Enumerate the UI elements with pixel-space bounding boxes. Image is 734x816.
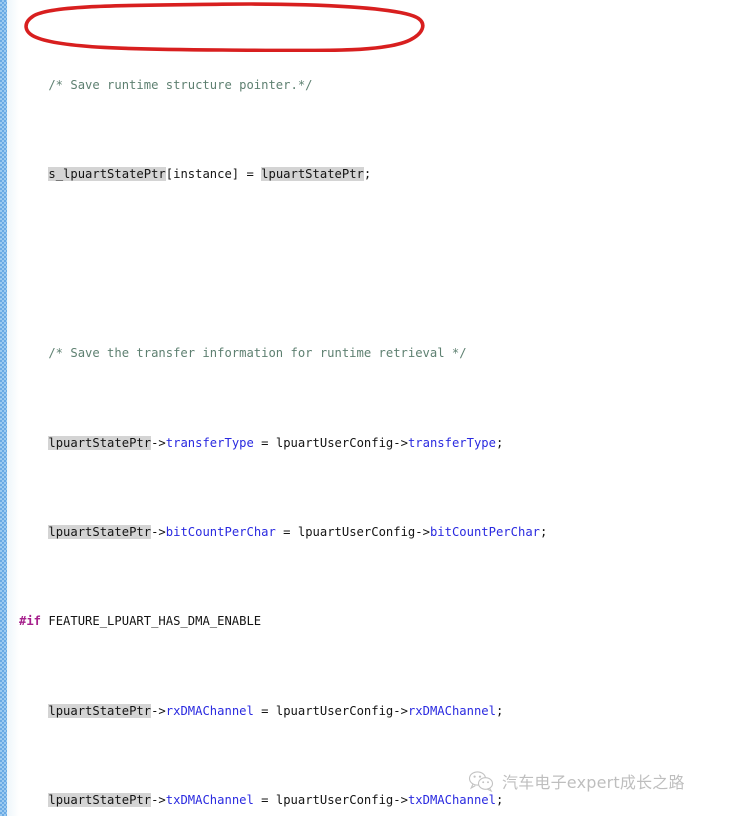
code-line[interactable]: #if FEATURE_LPUART_HAS_DMA_ENABLE <box>0 610 734 632</box>
wechat-logo-icon <box>468 771 494 792</box>
code-line[interactable]: lpuartStatePtr->rxDMAChannel = lpuartUse… <box>0 700 734 722</box>
code-line[interactable]: /* Save the transfer information for run… <box>0 342 734 364</box>
code-line[interactable]: /* Save runtime structure pointer.*/ <box>0 74 734 96</box>
code-line[interactable]: s_lpuartStatePtr[instance] = lpuartState… <box>0 163 734 185</box>
code-line[interactable]: lpuartStatePtr->bitCountPerChar = lpuart… <box>0 521 734 543</box>
watermark: 汽车电子expert成长之路 <box>468 764 718 798</box>
code-content[interactable]: /* Save runtime structure pointer.*/ s_l… <box>0 0 734 816</box>
watermark-text: 汽车电子expert成长之路 <box>502 773 685 792</box>
code-line[interactable]: lpuartStatePtr->transferType = lpuartUse… <box>0 432 734 454</box>
code-editor-screenshot: /* Save runtime structure pointer.*/ s_l… <box>0 0 734 816</box>
